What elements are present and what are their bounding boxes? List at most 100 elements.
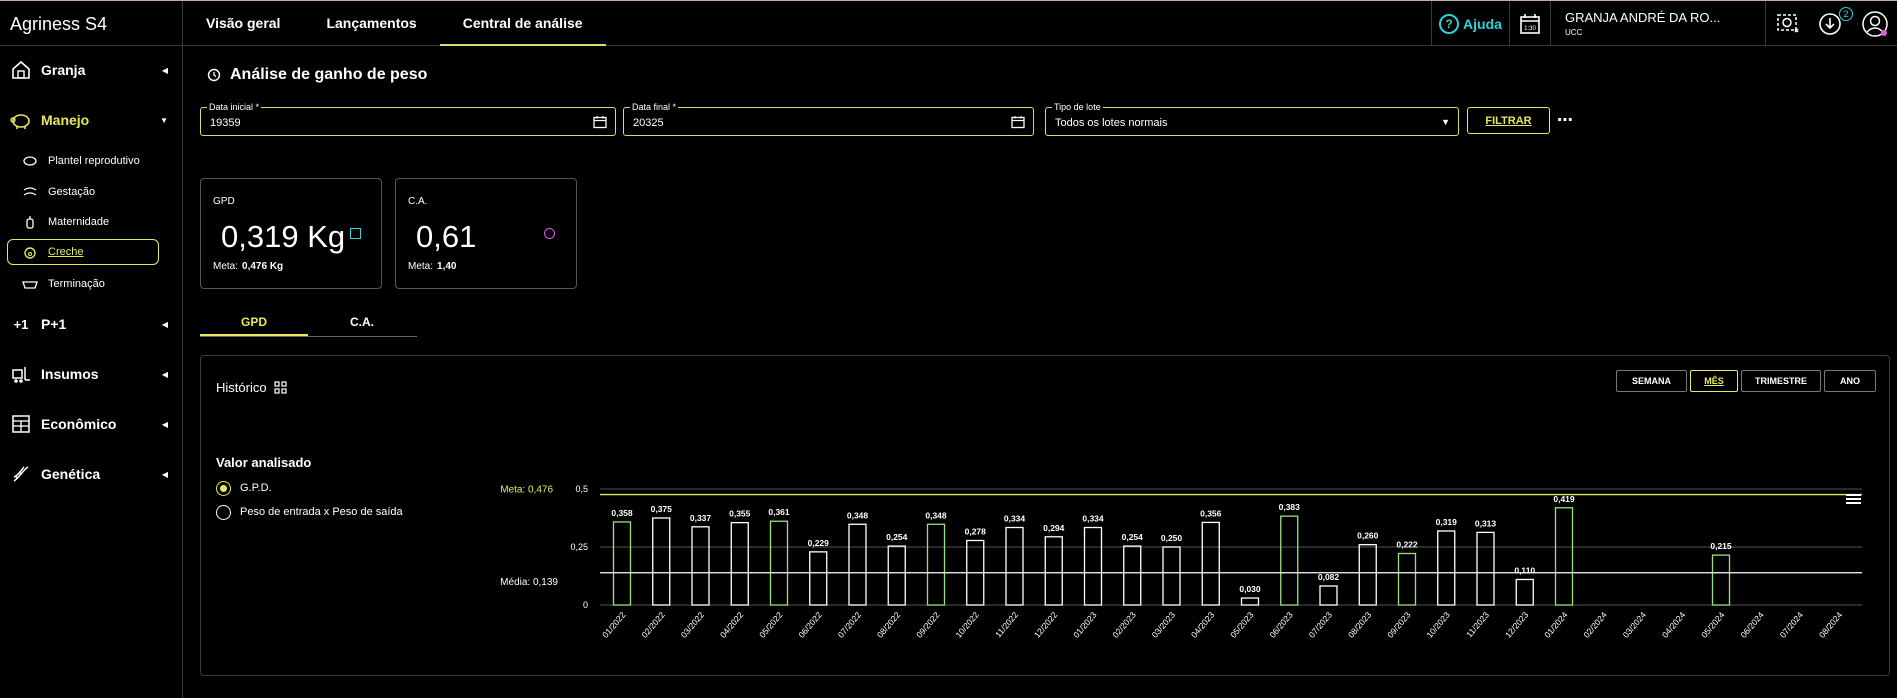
kpi-value: 0,319 Kg [221, 219, 346, 254]
square-marker-icon [350, 228, 361, 239]
bar-value-label: 0,222 [1396, 539, 1418, 549]
ledger-icon [10, 413, 32, 435]
filter-button[interactable]: FILTRAR [1467, 107, 1550, 134]
nav-tab-visao-geral[interactable]: Visão geral [183, 1, 303, 46]
bar-value-label: 0,250 [1161, 533, 1183, 543]
radio-selected-icon [216, 480, 231, 496]
x-tick-label: 08/2022 [875, 610, 903, 640]
main-nav: Visão geral Lançamentos Central de análi… [183, 1, 606, 46]
user-menu-button[interactable] [1853, 1, 1897, 46]
chart-bar [1476, 531, 1495, 606]
nav-tab-lancamentos[interactable]: Lançamentos [303, 1, 439, 46]
nav-tab-central-analise[interactable]: Central de análise [439, 1, 606, 46]
kpi-meta-value: 0,476 Kg [242, 261, 284, 272]
gpd-history-chart: 0 0,25 0,5 0,358 01/2022 0,375 02/2022 0,337 03/… [500, 484, 1862, 640]
start-date-label: Data inicial * [207, 102, 262, 112]
x-tick-label: 01/2022 [600, 610, 628, 640]
period-semana[interactable]: SEMANA [1616, 370, 1687, 392]
chart-bar [769, 520, 789, 606]
chart-bar [1123, 545, 1142, 606]
sidebar-item-label: Econômico [41, 416, 117, 432]
chart-bar [887, 545, 906, 606]
kpi-title: GPD [213, 196, 235, 207]
bar-value-label: 0,348 [847, 510, 869, 520]
metric-tabs: GPD C.A. [200, 307, 417, 337]
calendar-text: 1:30 [1524, 26, 1536, 32]
x-tick-label: 01/2023 [1071, 610, 1099, 640]
caret-left-icon: ◀ [161, 319, 168, 329]
y-tick-label: 0,25 [570, 542, 588, 552]
bar-value-label: 0,348 [925, 510, 947, 520]
meta-label: Meta: 0,476 [500, 485, 553, 496]
chart-bar [1201, 521, 1220, 606]
bar-value-label: 0,361 [768, 507, 790, 517]
analyzed-value-title: Valor analisado [216, 455, 312, 470]
sidebar-item-economico[interactable]: Econômico ◀ [0, 408, 182, 440]
calendar-button[interactable]: 1:30 [1509, 1, 1550, 46]
help-button[interactable]: ? Ajuda [1431, 1, 1509, 46]
brand-logo[interactable]: Agriness S4 [0, 1, 183, 46]
period-ano[interactable]: ANO [1824, 370, 1876, 392]
grid-settings-icon[interactable] [273, 381, 287, 394]
period-mes[interactable]: MÊS [1690, 370, 1738, 392]
bar-value-label: 0,278 [965, 527, 987, 537]
sidebar-sub-gestacao[interactable]: Gestação [0, 179, 182, 205]
calendar-icon[interactable] [1011, 115, 1025, 129]
circle-marker-icon [544, 228, 555, 239]
chart-menu-icon[interactable] [1846, 492, 1861, 506]
downloads-button[interactable]: 2 [1809, 1, 1853, 46]
x-tick-label: 03/2023 [1150, 610, 1178, 640]
sidebar-item-granja[interactable]: Granja ◀ [0, 54, 182, 86]
farm-selector[interactable]: GRANJA ANDRÉ DA RO... UCC [1550, 1, 1765, 46]
barn-icon [10, 59, 32, 81]
sidebar-item-manejo[interactable]: Manejo ▼ [0, 104, 182, 136]
page-title-text: Análise de ganho de peso [230, 66, 428, 83]
chart-bar [730, 521, 749, 606]
x-tick-label: 11/2022 [993, 610, 1020, 640]
sidebar-item-p1[interactable]: +1 P+1 ◀ [0, 308, 182, 340]
chart-bar [1437, 530, 1456, 606]
radio-unselected-icon [216, 504, 231, 520]
history-title: Histórico [216, 380, 287, 395]
start-date-field[interactable]: Data inicial * 19359 [200, 102, 616, 136]
bar-value-label: 0,229 [808, 538, 830, 548]
tab-gpd[interactable]: GPD [200, 307, 308, 336]
more-options-icon[interactable]: ⋯ [1557, 110, 1573, 130]
end-date-field[interactable]: Data final * 20325 [623, 102, 1034, 136]
sidebar-sub-label: Plantel reprodutivo [48, 155, 140, 167]
sidebar-sub-terminacao[interactable]: Terminação [0, 271, 182, 297]
forklift-icon [10, 363, 32, 385]
lot-type-select[interactable]: Tipo de lote Todos os lotes normais ▼ [1045, 102, 1459, 136]
bar-value-label: 0,254 [886, 532, 908, 542]
sidebar-sub-creche[interactable]: Creche [7, 239, 159, 265]
sidebar-item-genetica[interactable]: Genética ◀ [0, 458, 182, 490]
chart-bar [809, 551, 828, 606]
sidebar-sub-label: Gestação [48, 186, 96, 198]
radio-gpd[interactable]: G.P.D. [216, 480, 272, 496]
sidebar-sub-label: Terminação [48, 278, 105, 290]
sidebar-item-insumos[interactable]: Insumos ◀ [0, 358, 182, 390]
screen-sync-button[interactable] [1765, 1, 1809, 46]
bar-value-label: 0,334 [1004, 514, 1026, 524]
chart-bar [1515, 578, 1534, 606]
chart-bar [1083, 526, 1103, 606]
chart-bar [1554, 507, 1574, 606]
x-tick-label: 09/2022 [914, 610, 942, 640]
x-tick-label: 12/2022 [1032, 610, 1060, 640]
bar-value-label: 0,334 [1082, 514, 1104, 524]
tab-ca[interactable]: C.A. [308, 307, 416, 336]
bar-value-label: 0,260 [1357, 531, 1379, 541]
radio-peso-entrada-saida[interactable]: Peso de entrada x Peso de saída [216, 504, 403, 520]
sidebar-sub-maternidade[interactable]: Maternidade [0, 209, 182, 235]
bar-value-label: 0,294 [1043, 523, 1065, 533]
x-tick-label: 03/2024 [1621, 610, 1649, 640]
sidebar-sub-plantel[interactable]: Plantel reprodutivo [0, 148, 182, 174]
sidebar-sub-label: Maternidade [48, 216, 110, 228]
bottle-icon [22, 214, 38, 230]
chevron-down-icon: ▼ [1441, 117, 1450, 127]
media-label: Média: 0,139 [500, 577, 558, 588]
radio-label: Peso de entrada x Peso de saída [240, 506, 403, 518]
period-trimestre[interactable]: TRIMESTRE [1741, 370, 1821, 392]
notification-badge: 2 [1839, 7, 1853, 21]
calendar-icon[interactable] [593, 115, 607, 129]
